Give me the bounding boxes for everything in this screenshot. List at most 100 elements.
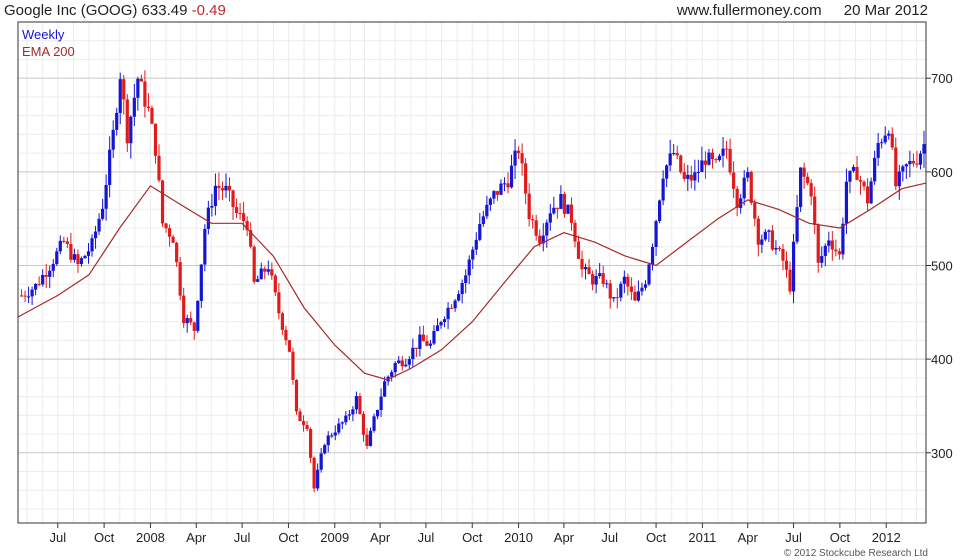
candle-body bbox=[393, 363, 397, 373]
candle-body bbox=[922, 144, 926, 154]
candle-body bbox=[259, 268, 263, 280]
y-tick-label: 400 bbox=[931, 352, 953, 367]
candle-body bbox=[153, 123, 158, 156]
candle-body bbox=[876, 142, 880, 158]
candle-body bbox=[820, 256, 824, 263]
candle-body bbox=[439, 322, 443, 326]
candle-body bbox=[502, 183, 507, 185]
candle-body bbox=[266, 269, 270, 272]
candle-body bbox=[513, 150, 517, 166]
candle-body bbox=[41, 274, 45, 285]
candle-body bbox=[654, 221, 658, 247]
candle-body bbox=[809, 183, 813, 197]
candle-body bbox=[918, 153, 923, 165]
candle-body bbox=[383, 381, 387, 397]
x-tick-label: Jul bbox=[785, 530, 802, 545]
candle-body bbox=[615, 297, 619, 299]
candle-body bbox=[411, 347, 415, 360]
candle-body bbox=[605, 283, 609, 285]
candle-body bbox=[802, 167, 806, 177]
candle-body bbox=[777, 247, 782, 249]
candle-body bbox=[450, 307, 454, 309]
candle-body bbox=[813, 196, 817, 225]
candle-body bbox=[132, 97, 136, 117]
candle-body bbox=[206, 207, 210, 229]
candle-body bbox=[851, 166, 856, 171]
candle-body bbox=[196, 300, 200, 331]
candle-body bbox=[485, 204, 489, 217]
x-tick-label: Apr bbox=[186, 530, 207, 545]
candle-body bbox=[428, 343, 433, 346]
candle-body bbox=[665, 165, 669, 179]
candle-body bbox=[58, 240, 62, 252]
legend: Weekly EMA 200 bbox=[22, 27, 75, 59]
candle-body bbox=[735, 188, 739, 208]
candle-body bbox=[294, 379, 299, 412]
x-tick-label: Jul bbox=[49, 530, 66, 545]
candle-body bbox=[474, 239, 478, 250]
candle-body bbox=[728, 148, 732, 173]
candle-body bbox=[284, 329, 288, 341]
candle-body bbox=[869, 181, 873, 204]
candle-body bbox=[111, 129, 115, 150]
candle-body bbox=[316, 469, 320, 489]
candle-body bbox=[612, 297, 616, 299]
candle-body bbox=[400, 360, 404, 367]
candle-body bbox=[301, 421, 306, 426]
candle-body bbox=[908, 160, 912, 165]
legend-ema: EMA 200 bbox=[22, 44, 75, 59]
candle-body bbox=[580, 258, 584, 270]
candle-body bbox=[312, 457, 316, 489]
candle-body bbox=[365, 434, 369, 446]
candle-body bbox=[351, 409, 355, 415]
candle-body bbox=[827, 240, 831, 246]
candle-body bbox=[675, 153, 679, 156]
weekly-candles bbox=[19, 70, 926, 493]
candle-body bbox=[799, 167, 803, 208]
candle-body bbox=[397, 360, 401, 364]
candle-body bbox=[298, 411, 302, 422]
candle-body bbox=[171, 236, 175, 243]
candle-body bbox=[319, 453, 323, 470]
x-tick-label: Jul bbox=[418, 530, 435, 545]
candle-body bbox=[375, 410, 380, 417]
candle-body bbox=[583, 267, 588, 270]
candle-body bbox=[263, 268, 267, 272]
candle-body bbox=[566, 204, 570, 214]
candle-body bbox=[407, 359, 411, 365]
y-tick-label: 600 bbox=[931, 165, 953, 180]
candle-body bbox=[136, 78, 140, 98]
candle-body bbox=[591, 274, 595, 285]
candle-body bbox=[763, 231, 767, 240]
candle-body bbox=[414, 347, 418, 349]
candle-body bbox=[238, 213, 242, 215]
candle-body bbox=[862, 181, 866, 187]
candle-body bbox=[460, 283, 464, 295]
candle-body bbox=[562, 194, 567, 214]
candle-body bbox=[897, 171, 901, 187]
candle-body bbox=[192, 322, 196, 331]
candle-body bbox=[86, 251, 91, 256]
candle-body bbox=[270, 269, 274, 276]
candle-body bbox=[19, 295, 24, 297]
candle-body bbox=[682, 172, 686, 179]
candle-body bbox=[724, 148, 729, 150]
candle-body bbox=[672, 153, 676, 155]
candle-body bbox=[199, 264, 203, 301]
candle-body bbox=[640, 287, 644, 292]
candle-body bbox=[622, 276, 626, 284]
candle-body bbox=[442, 319, 447, 323]
candle-body bbox=[781, 248, 785, 261]
candle-body bbox=[69, 243, 73, 260]
candle-body bbox=[344, 415, 348, 423]
candle-body bbox=[626, 276, 630, 287]
candle-body bbox=[277, 292, 281, 314]
candle-body bbox=[693, 172, 697, 181]
candle-body bbox=[79, 258, 84, 265]
candle-body bbox=[760, 239, 764, 245]
candle-body bbox=[753, 202, 757, 219]
candle-body bbox=[115, 112, 119, 130]
candle-body bbox=[83, 255, 87, 259]
candle-body bbox=[358, 396, 362, 414]
candle-body bbox=[231, 190, 235, 208]
